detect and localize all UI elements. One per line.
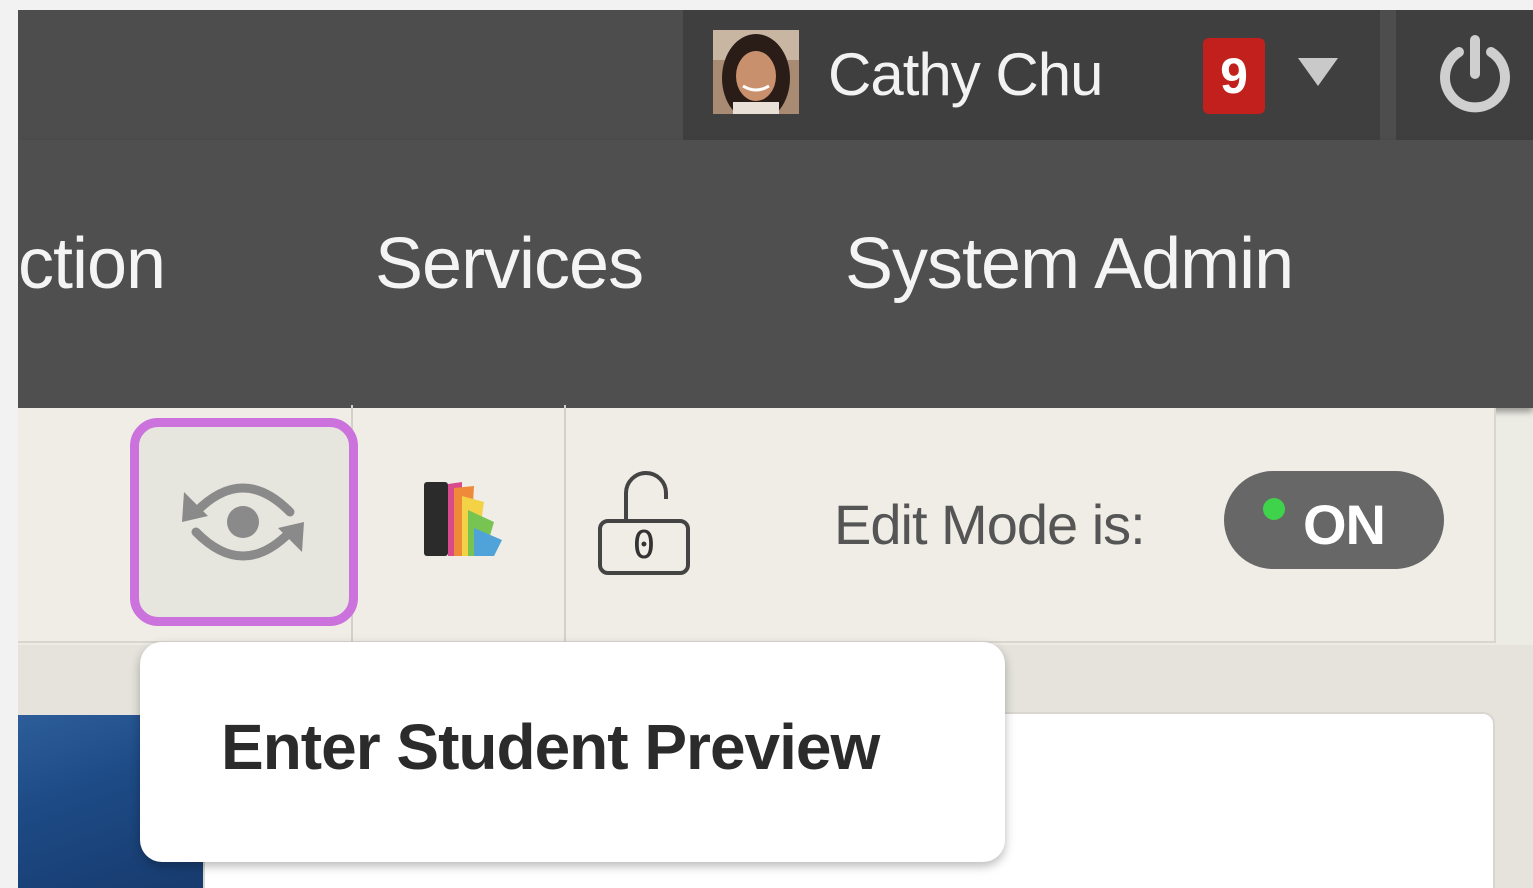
app-frame: Cathy Chu 9 ction Services System Admin xyxy=(18,10,1533,888)
tooltip-text: Enter Student Preview xyxy=(221,711,880,783)
avatar[interactable] xyxy=(713,30,799,114)
power-icon[interactable] xyxy=(1433,32,1517,116)
main-nav: ction Services System Admin xyxy=(18,140,1533,408)
color-palette-icon[interactable] xyxy=(418,478,508,558)
chevron-down-icon[interactable] xyxy=(1296,55,1340,89)
toolbar-divider xyxy=(564,405,566,645)
edit-mode-state: ON xyxy=(1303,493,1386,556)
eye-refresh-icon xyxy=(182,483,304,561)
edit-mode-label: Edit Mode is: xyxy=(834,493,1146,556)
nav-item-services[interactable]: Services xyxy=(375,223,644,305)
nav-item-system-admin[interactable]: System Admin xyxy=(845,223,1294,305)
lock-count: 0 xyxy=(632,523,656,567)
notification-badge[interactable]: 9 xyxy=(1203,38,1265,114)
status-indicator-icon xyxy=(1263,498,1285,520)
user-name[interactable]: Cathy Chu xyxy=(828,40,1103,109)
avatar-photo xyxy=(713,30,799,114)
nav-item-collection[interactable]: ction xyxy=(18,223,166,305)
